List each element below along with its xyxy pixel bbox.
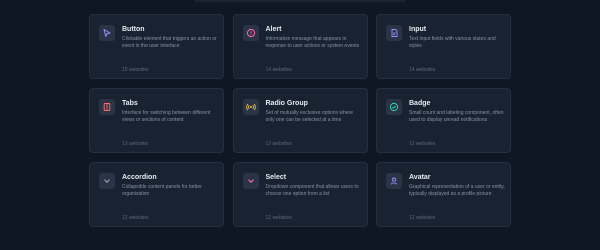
component-title: Button xyxy=(122,26,145,33)
components-page: Button Clickable element that triggers an… xyxy=(0,0,600,250)
component-title: Input xyxy=(409,26,427,33)
website-count: 12 websites xyxy=(122,215,149,221)
website-count: 13 websites xyxy=(122,141,149,147)
user-icon xyxy=(386,173,402,189)
component-title: Alert xyxy=(265,26,282,33)
component-card-radio-group[interactable]: Radio Group Set of mutually exclusive opt… xyxy=(232,88,368,153)
component-title: Radio Group xyxy=(265,100,308,107)
component-description: Graphical representation of a user or en… xyxy=(409,184,505,197)
document-edit-icon xyxy=(386,25,402,41)
component-description: Informative message that appears in resp… xyxy=(265,36,360,49)
header-edge xyxy=(195,0,405,2)
website-count: 12 websites xyxy=(409,141,436,147)
website-count: 14 websites xyxy=(265,67,292,73)
component-description: Set of mutually exclusive options where … xyxy=(265,110,354,123)
component-title: Avatar xyxy=(409,174,431,181)
component-card-tabs[interactable]: Tabs Interface for switching between diff… xyxy=(89,88,224,153)
website-count: 15 websites xyxy=(122,67,149,73)
badge-check-icon xyxy=(386,99,402,115)
component-grid: Button Clickable element that triggers an… xyxy=(89,14,511,227)
component-card-select[interactable]: Select Dropdown component that allows use… xyxy=(232,162,368,227)
component-title: Badge xyxy=(409,100,431,107)
component-description: Dropdown component that allows users to … xyxy=(265,184,359,197)
website-count: 12 websites xyxy=(265,215,292,221)
component-card-badge[interactable]: Badge Small count and labeling component,… xyxy=(376,88,511,153)
component-description: Text input fields with various states an… xyxy=(409,36,496,49)
component-title: Select xyxy=(265,174,287,181)
website-count: 12 websites xyxy=(409,215,436,221)
component-card-input[interactable]: Input Text input fields with various stat… xyxy=(376,14,511,79)
component-description: Small count and labeling component, ofte… xyxy=(409,110,504,123)
cursor-arrow-icon xyxy=(99,25,115,41)
component-card-button[interactable]: Button Clickable element that triggers an… xyxy=(89,14,224,79)
component-title: Accordion xyxy=(122,174,157,181)
component-description: Collapsible content panels for better or… xyxy=(122,184,202,197)
radio-signal-icon xyxy=(242,99,259,115)
component-description: Clickable element that triggers an actio… xyxy=(122,36,217,49)
tabs-icon xyxy=(99,99,115,115)
component-card-accordion[interactable]: Accordion Collapsible content panels for … xyxy=(89,162,224,227)
website-count: 12 websites xyxy=(265,141,292,147)
component-title: Tabs xyxy=(122,100,138,107)
component-card-avatar[interactable]: Avatar Graphical representation of a user… xyxy=(376,162,511,227)
website-count: 14 websites xyxy=(409,67,436,73)
alert-circle-icon xyxy=(242,25,259,41)
chevron-down-icon xyxy=(99,173,115,189)
chevron-down-icon xyxy=(242,173,259,189)
component-description: Interface for switching between differen… xyxy=(122,110,211,123)
component-card-alert[interactable]: Alert Informative message that appears in… xyxy=(232,14,368,79)
